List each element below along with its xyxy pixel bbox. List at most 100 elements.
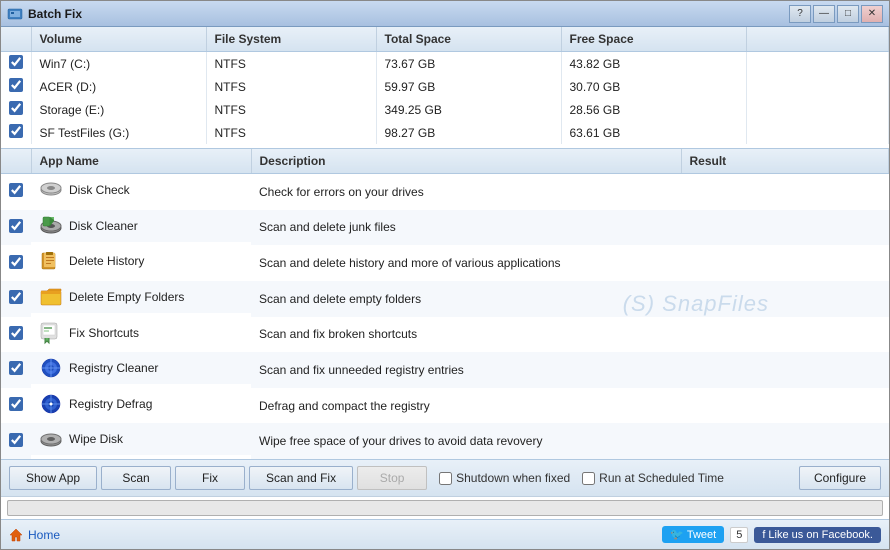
- vol-total-1: 59.97 GB: [376, 75, 561, 98]
- vol-fs-2: NTFS: [206, 98, 376, 121]
- configure-button[interactable]: Configure: [799, 466, 881, 490]
- tweet-button[interactable]: 🐦 Tweet: [662, 526, 724, 543]
- app-result-5: [681, 352, 889, 388]
- app-row: Registry Defrag Defrag and compact the r…: [1, 388, 889, 424]
- tweet-count: 5: [730, 527, 748, 543]
- app-checkbox-5[interactable]: [9, 361, 23, 375]
- app-desc-2: Scan and delete history and more of vari…: [251, 245, 681, 281]
- vol-free-3: 63.61 GB: [561, 121, 746, 146]
- app-icon-fix-shortcuts: [39, 321, 63, 345]
- app-col-name: App Name: [31, 149, 251, 174]
- social-buttons: 🐦 Tweet 5 f Like us on Facebook.: [662, 526, 881, 543]
- shutdown-checkbox[interactable]: [439, 472, 452, 485]
- vol-name-1: ACER (D:): [31, 75, 206, 98]
- app-row: Delete Empty Folders Scan and delete emp…: [1, 281, 889, 317]
- app-checkbox-6[interactable]: [9, 397, 23, 411]
- app-result-2: [681, 245, 889, 281]
- maximize-button[interactable]: □: [837, 5, 859, 23]
- stop-button[interactable]: Stop: [357, 466, 427, 490]
- volume-row: Win7 (C:) NTFS 73.67 GB 43.82 GB: [1, 52, 889, 76]
- app-col-desc: Description: [251, 149, 681, 174]
- tweet-label: Tweet: [687, 529, 716, 541]
- app-name-cell-3: Delete Empty Folders: [31, 281, 251, 313]
- app-name-cell-5: Registry Cleaner: [31, 352, 251, 384]
- app-icon-registry-cleaner: [39, 356, 63, 380]
- vol-col-free: Free Space: [561, 27, 746, 52]
- vol-fs-1: NTFS: [206, 75, 376, 98]
- footer: Home 🐦 Tweet 5 f Like us on Facebook.: [1, 519, 889, 549]
- apps-section: (S) SnapFiles App Name Description Resul…: [1, 149, 889, 459]
- app-row: Registry Cleaner Scan and fix unneeded r…: [1, 352, 889, 388]
- app-result-3: [681, 281, 889, 317]
- app-check-cell-3: [1, 281, 31, 317]
- app-name-3: Delete Empty Folders: [69, 290, 184, 304]
- minimize-button[interactable]: —: [813, 5, 835, 23]
- app-icon-delete-history: [39, 249, 63, 273]
- app-icon-wipe-disk: [39, 427, 63, 451]
- scheduled-option[interactable]: Run at Scheduled Time: [582, 471, 724, 485]
- help-button[interactable]: ?: [789, 5, 811, 23]
- app-result-1: [681, 210, 889, 246]
- app-desc-6: Defrag and compact the registry: [251, 388, 681, 424]
- vol-free-1: 30.70 GB: [561, 75, 746, 98]
- vol-total-3: 98.27 GB: [376, 121, 561, 146]
- toolbar-options: Shutdown when fixed Run at Scheduled Tim…: [439, 471, 724, 485]
- scheduled-label: Run at Scheduled Time: [599, 471, 724, 485]
- facebook-button[interactable]: f Like us on Facebook.: [754, 527, 881, 543]
- vol-fs-0: NTFS: [206, 52, 376, 76]
- scan-button[interactable]: Scan: [101, 466, 171, 490]
- app-checkbox-0[interactable]: [9, 183, 23, 197]
- tweet-bird-icon: 🐦: [670, 528, 684, 541]
- app-row: Wipe Disk Wipe free space of your drives…: [1, 423, 889, 459]
- vol-checkbox-0[interactable]: [9, 55, 23, 69]
- app-name-cell-4: Fix Shortcuts: [31, 317, 251, 349]
- toolbar: Show App Scan Fix Scan and Fix Stop Shut…: [1, 459, 889, 496]
- vol-extra-2: [746, 98, 889, 121]
- shutdown-option[interactable]: Shutdown when fixed: [439, 471, 570, 485]
- app-name-0: Disk Check: [69, 183, 130, 197]
- app-checkbox-2[interactable]: [9, 255, 23, 269]
- app-desc-7: Wipe free space of your drives to avoid …: [251, 423, 681, 459]
- app-checkbox-7[interactable]: [9, 433, 23, 447]
- volume-row: SF TestFiles (G:) NTFS 98.27 GB 63.61 GB: [1, 121, 889, 146]
- fix-button[interactable]: Fix: [175, 466, 245, 490]
- app-result-4: [681, 317, 889, 353]
- progress-bar-area: [1, 496, 889, 519]
- app-name-4: Fix Shortcuts: [69, 326, 139, 340]
- vol-check-cell: [1, 121, 31, 146]
- app-name-1: Disk Cleaner: [69, 219, 138, 233]
- app-name-2: Delete History: [69, 254, 144, 268]
- volume-row: ACER (D:) NTFS 59.97 GB 30.70 GB: [1, 75, 889, 98]
- app-name-7: Wipe Disk: [69, 432, 123, 446]
- show-app-button[interactable]: Show App: [9, 466, 97, 490]
- vol-col-total: Total Space: [376, 27, 561, 52]
- vol-total-0: 73.67 GB: [376, 52, 561, 76]
- vol-free-0: 43.82 GB: [561, 52, 746, 76]
- volumes-section: Volume File System Total Space Free Spac…: [1, 27, 889, 149]
- vol-check-cell: [1, 52, 31, 76]
- vol-free-2: 28.56 GB: [561, 98, 746, 121]
- vol-checkbox-1[interactable]: [9, 78, 23, 92]
- vol-name-3: SF TestFiles (G:): [31, 121, 206, 146]
- home-link[interactable]: Home: [9, 528, 60, 542]
- vol-check-cell: [1, 75, 31, 98]
- app-name-cell-1: Disk Cleaner: [31, 210, 251, 242]
- vol-extra-3: [746, 121, 889, 146]
- app-checkbox-4[interactable]: [9, 326, 23, 340]
- vol-checkbox-3[interactable]: [9, 124, 23, 138]
- app-name-cell-7: Wipe Disk: [31, 423, 251, 455]
- scheduled-checkbox[interactable]: [582, 472, 595, 485]
- app-checkbox-3[interactable]: [9, 290, 23, 304]
- app-check-cell-6: [1, 388, 31, 424]
- close-button[interactable]: ✕: [861, 5, 883, 23]
- app-name-5: Registry Cleaner: [69, 361, 158, 375]
- home-label: Home: [28, 528, 60, 542]
- title-bar-left: Batch Fix: [7, 6, 82, 22]
- vol-col-extra: [746, 27, 889, 52]
- app-checkbox-1[interactable]: [9, 219, 23, 233]
- vol-extra-1: [746, 75, 889, 98]
- vol-checkbox-2[interactable]: [9, 101, 23, 115]
- app-check-cell-0: [1, 174, 31, 210]
- scan-and-fix-button[interactable]: Scan and Fix: [249, 466, 353, 490]
- vol-total-2: 349.25 GB: [376, 98, 561, 121]
